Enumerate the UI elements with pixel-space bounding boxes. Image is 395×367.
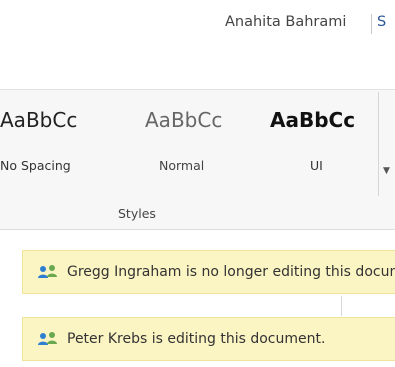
people-icon	[38, 332, 57, 345]
style-preview: AaBbCc	[0, 108, 78, 132]
styles-group-label: Styles	[118, 206, 156, 221]
gallery-divider	[378, 92, 379, 196]
user-next-item[interactable]: S	[377, 14, 386, 30]
user-bar: Anahita Bahrami S	[0, 0, 395, 90]
style-name: UI	[310, 158, 323, 173]
user-separator	[371, 14, 372, 34]
people-icon	[38, 265, 57, 278]
notification-gregg-left: Gregg Ingraham is no longer editing this…	[22, 250, 395, 294]
style-name: No Spacing	[0, 158, 71, 173]
dropdown-arrow-icon[interactable]: ▼	[383, 166, 390, 176]
user-name[interactable]: Anahita Bahrami	[225, 14, 346, 30]
style-normal[interactable]: AaBbCc Normal	[130, 102, 250, 182]
notification-peter-editing: Peter Krebs is editing this document.	[22, 317, 395, 361]
document-margin-line	[341, 296, 342, 316]
style-preview: AaBbCc	[270, 108, 356, 132]
notification-text: Gregg Ingraham is no longer editing this…	[67, 264, 395, 280]
style-preview: AaBbCc	[145, 108, 223, 132]
notification-text: Peter Krebs is editing this document.	[67, 331, 326, 347]
styles-ribbon-group: AaBbCc No Spacing AaBbCc Normal AaBbCc U…	[0, 90, 395, 230]
word-window: Anahita Bahrami S AaBbCc No Spacing AaBb…	[0, 0, 395, 367]
style-no-spacing[interactable]: AaBbCc No Spacing	[0, 102, 120, 182]
style-ui[interactable]: AaBbCc UI	[260, 102, 370, 182]
style-name: Normal	[159, 158, 205, 173]
